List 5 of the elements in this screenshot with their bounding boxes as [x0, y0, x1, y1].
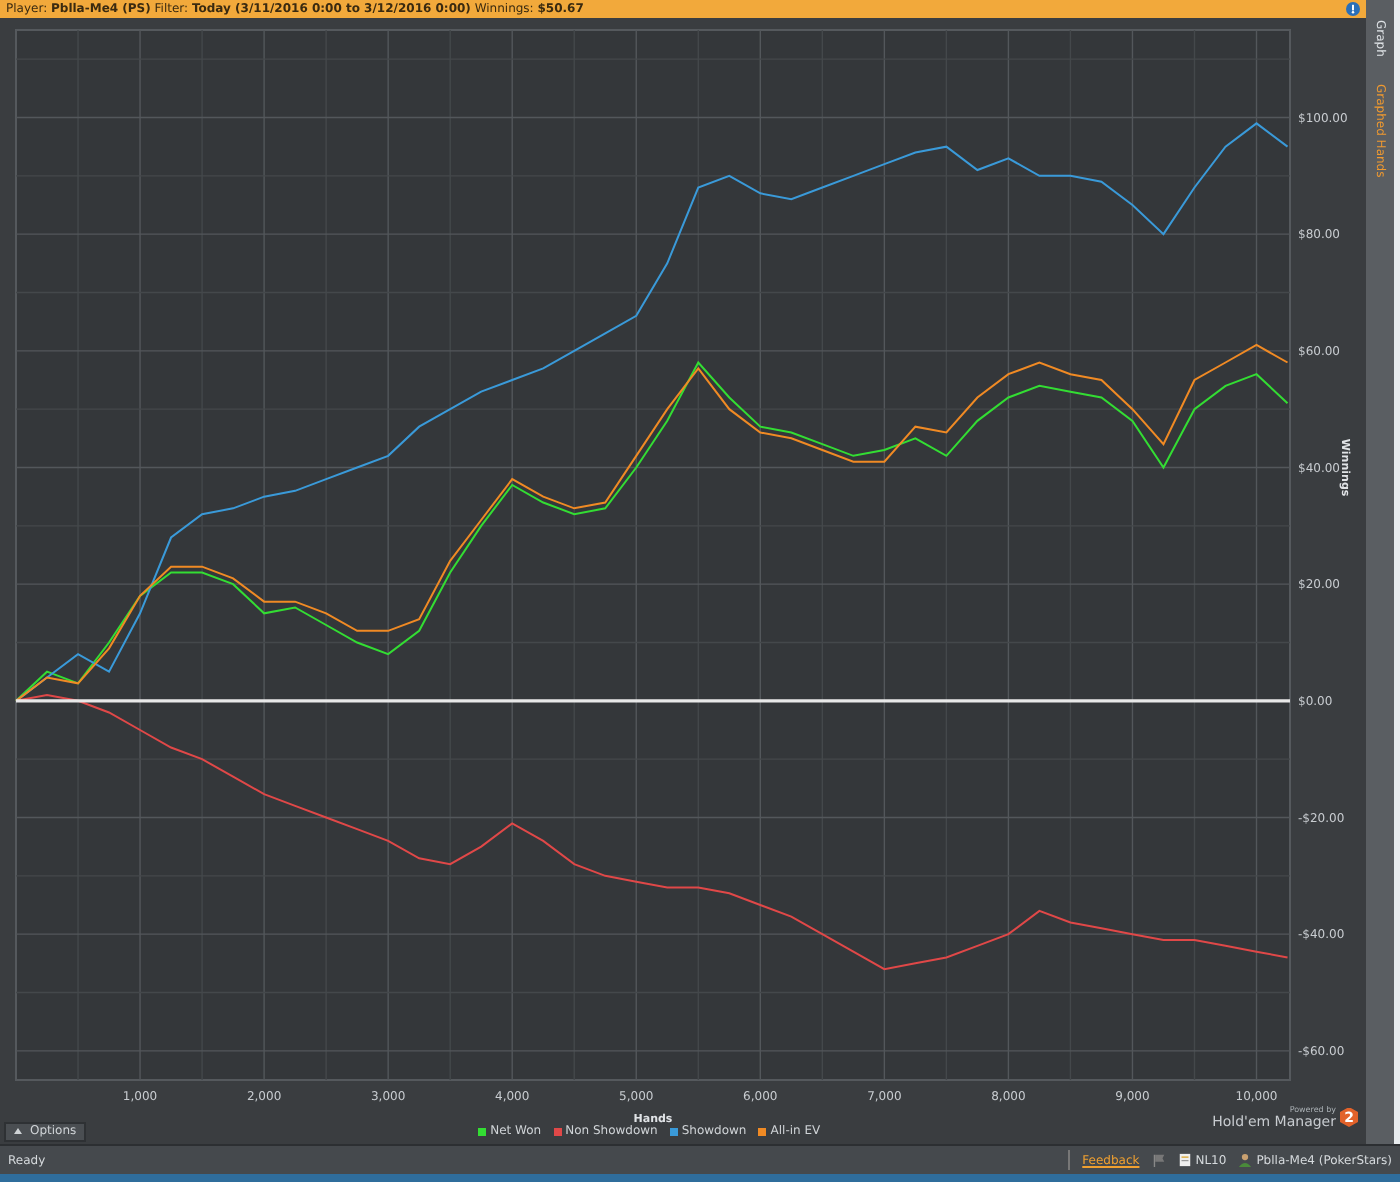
caret-icon [14, 1128, 22, 1134]
flag-icon[interactable] [1151, 1152, 1166, 1168]
note-icon [1177, 1152, 1192, 1168]
person-icon [1238, 1152, 1253, 1168]
help-icon[interactable] [1346, 2, 1360, 16]
